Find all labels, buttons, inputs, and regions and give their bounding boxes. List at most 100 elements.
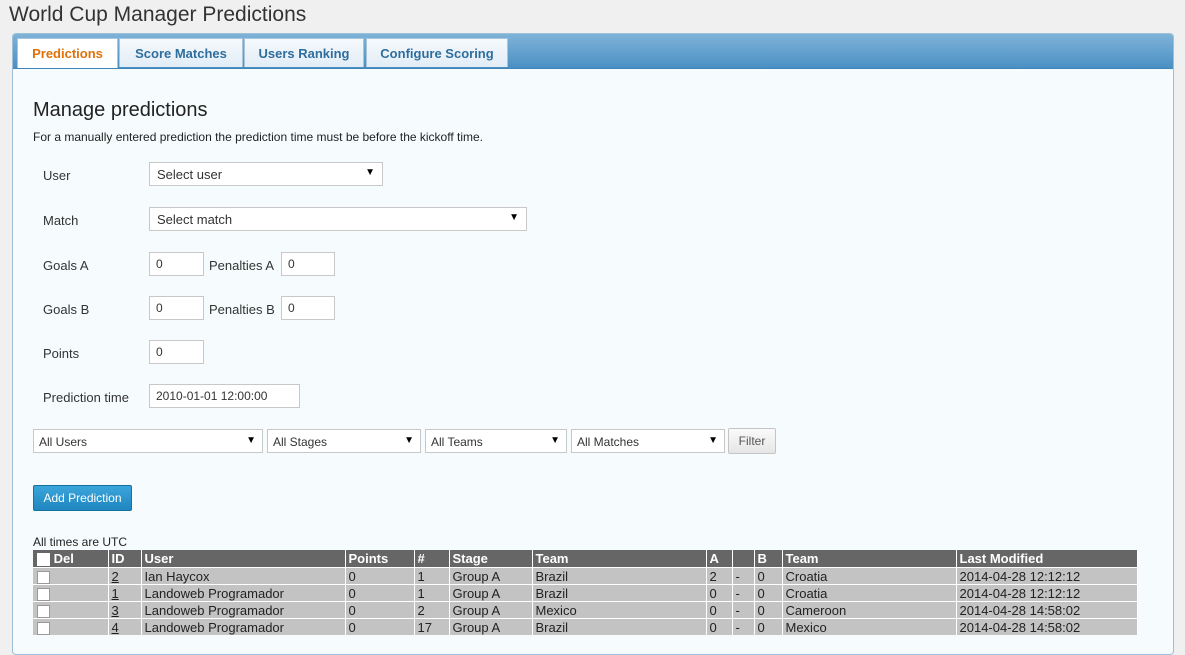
cell-last-modified: 2014-04-28 12:12:12 — [956, 567, 1138, 585]
points-label: Points — [43, 346, 80, 361]
tab-predictions[interactable]: Predictions — [17, 38, 118, 68]
points-input[interactable]: 0 — [149, 340, 204, 364]
col-last-modified[interactable]: Last Modified — [956, 550, 1138, 568]
col-team-b[interactable]: Team — [782, 550, 957, 568]
penalties-b-label: Penalties B — [209, 302, 275, 317]
select-all-checkbox[interactable] — [37, 553, 50, 567]
prediction-id-link[interactable]: 3 — [112, 603, 119, 618]
match-select[interactable]: Select match ▼ — [149, 207, 527, 231]
table-row: 4 Landoweb Programador 0 17 Group A Brazil 0-0… — [33, 618, 1138, 635]
table-row: 2 Ian Haycox 0 1 Group A Brazil 2-0 Croatia 2014… — [33, 567, 1138, 585]
prediction-time-label: Prediction time — [43, 390, 129, 405]
main-panel: Predictions Score Matches Users Ranking … — [12, 33, 1174, 655]
cell-stage: Group A — [449, 618, 533, 635]
page-title: World Cup Manager Predictions — [9, 3, 307, 26]
prediction-id-link[interactable]: 2 — [112, 569, 119, 584]
cell-goals-a: 0 — [706, 584, 733, 602]
cell-goals-b: 0 — [754, 584, 783, 602]
penalties-a-input[interactable]: 0 — [281, 252, 335, 276]
penalties-b-input[interactable]: 0 — [281, 296, 335, 320]
teams-filter-select[interactable]: All Teams ▼ — [425, 429, 567, 453]
cell-last-modified: 2014-04-28 12:12:12 — [956, 584, 1138, 602]
col-stage[interactable]: Stage — [449, 550, 533, 568]
tab-score-matches[interactable]: Score Matches — [119, 38, 243, 67]
cell-team-b: Croatia — [782, 567, 957, 585]
cell-id: 1 — [108, 584, 142, 602]
col-points[interactable]: Points — [345, 550, 415, 568]
cell-stage: Group A — [449, 584, 533, 602]
cell-id: 3 — [108, 601, 142, 619]
prediction-id-link[interactable]: 1 — [112, 586, 119, 601]
delete-checkbox[interactable] — [37, 570, 50, 584]
stages-filter-value: All Stages — [273, 435, 328, 449]
teams-filter-value: All Teams — [431, 435, 483, 449]
cell-number: 2 — [414, 601, 450, 619]
prediction-time-input[interactable]: 2010-01-01 12:00:00 — [149, 384, 300, 408]
section-heading: Manage predictions — [33, 99, 208, 121]
users-filter-value: All Users — [39, 435, 88, 449]
tab-configure-scoring[interactable]: Configure Scoring — [366, 38, 508, 67]
predictions-table: Del ID User Points # Stage Team A B Team… — [33, 550, 1138, 635]
col-goals-b[interactable]: B — [754, 550, 783, 568]
cell-goals-b: 0 — [754, 601, 783, 619]
cell-number: 1 — [414, 567, 450, 585]
match-select-value: Select match — [157, 212, 233, 227]
goals-a-label: Goals A — [43, 258, 89, 273]
cell-number: 1 — [414, 584, 450, 602]
cell-goals-a: 0 — [706, 618, 733, 635]
cell-user: Ian Haycox — [141, 567, 346, 585]
cell-points: 0 — [345, 567, 415, 585]
col-del-label: Del — [53, 550, 74, 566]
goals-b-input[interactable]: 0 — [149, 296, 204, 320]
goals-a-input[interactable]: 0 — [149, 252, 204, 276]
goals-b-label: Goals B — [43, 302, 90, 317]
cell-separator: - — [732, 584, 755, 602]
stages-filter-select[interactable]: All Stages ▼ — [267, 429, 421, 453]
cell-team-a: Mexico — [532, 601, 707, 619]
delete-checkbox[interactable] — [37, 604, 50, 618]
user-select[interactable]: Select user ▼ — [149, 162, 383, 186]
cell-user: Landoweb Programador — [141, 584, 346, 602]
col-team-a[interactable]: Team — [532, 550, 707, 568]
cell-points: 0 — [345, 618, 415, 635]
cell-del — [33, 567, 109, 585]
cell-del — [33, 618, 109, 635]
penalties-a-label: Penalties A — [209, 258, 275, 273]
cell-team-b: Cameroon — [782, 601, 957, 619]
table-header-row: Del ID User Points # Stage Team A B Team… — [33, 550, 1138, 568]
prediction-id-link[interactable]: 4 — [112, 620, 119, 635]
users-filter-select[interactable]: All Users ▼ — [33, 429, 263, 453]
cell-id: 2 — [108, 567, 142, 585]
col-user[interactable]: User — [141, 550, 346, 568]
cell-del — [33, 584, 109, 602]
cell-stage: Group A — [449, 567, 533, 585]
tab-bar: Predictions Score Matches Users Ranking … — [13, 34, 1173, 69]
col-goals-a[interactable]: A — [706, 550, 733, 568]
table-row: 1 Landoweb Programador 0 1 Group A Brazil 0-0 C… — [33, 584, 1138, 602]
cell-last-modified: 2014-04-28 14:58:02 — [956, 601, 1138, 619]
matches-filter-select[interactable]: All Matches ▼ — [571, 429, 725, 453]
chevron-down-icon: ▼ — [550, 435, 560, 446]
cell-goals-a: 0 — [706, 601, 733, 619]
chevron-down-icon: ▼ — [509, 212, 519, 223]
cell-separator: - — [732, 601, 755, 619]
col-del: Del — [33, 550, 109, 568]
cell-points: 0 — [345, 601, 415, 619]
cell-team-a: Brazil — [532, 584, 707, 602]
cell-team-b: Mexico — [782, 618, 957, 635]
cell-team-b: Croatia — [782, 584, 957, 602]
matches-filter-value: All Matches — [577, 435, 640, 449]
col-number[interactable]: # — [414, 550, 450, 568]
chevron-down-icon: ▼ — [246, 435, 256, 446]
col-id[interactable]: ID — [108, 550, 142, 568]
tab-users-ranking[interactable]: Users Ranking — [244, 38, 364, 67]
delete-checkbox[interactable] — [37, 621, 50, 635]
chevron-down-icon: ▼ — [404, 435, 414, 446]
delete-checkbox[interactable] — [37, 587, 50, 601]
filter-button[interactable]: Filter — [728, 428, 776, 454]
cell-points: 0 — [345, 584, 415, 602]
col-separator — [732, 550, 755, 568]
cell-del — [33, 601, 109, 619]
cell-goals-b: 0 — [754, 618, 783, 635]
add-prediction-button[interactable]: Add Prediction — [33, 485, 132, 511]
